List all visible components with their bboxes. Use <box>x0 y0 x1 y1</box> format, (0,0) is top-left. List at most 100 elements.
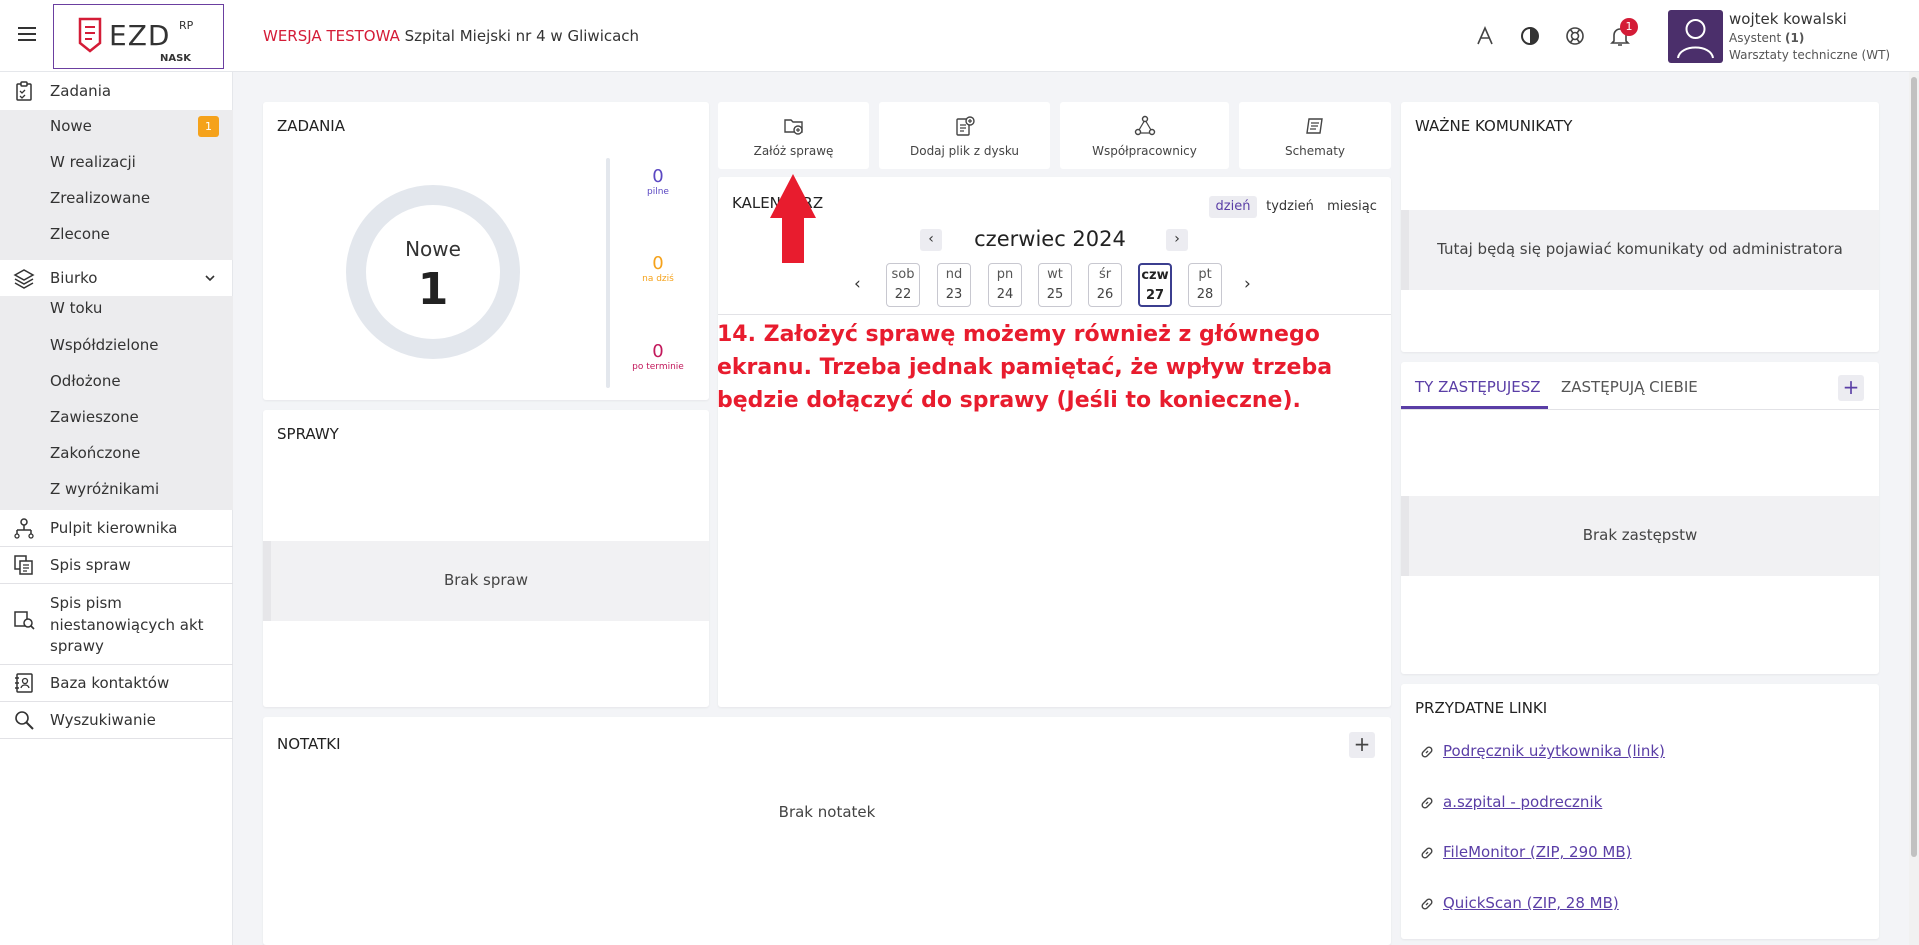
link-filemonitor-text[interactable]: FileMonitor (ZIP, 290 MB) <box>1443 843 1632 861</box>
link-chain-icon <box>1421 898 1433 910</box>
calendar-day-28[interactable]: pt 28 <box>1188 263 1222 307</box>
calendar-month-label: czerwiec 2024 <box>974 227 1126 251</box>
scrollbar-thumb[interactable] <box>1911 77 1917 857</box>
stat-pilne[interactable]: 0 pilne <box>618 166 698 197</box>
next-month-button[interactable]: › <box>1166 229 1188 251</box>
stats-divider <box>606 158 610 388</box>
sidebar-item-zakonczone[interactable]: Zakończone <box>50 444 140 462</box>
sidebar-item-z-wyroznikami[interactable]: Z wyróżnikami <box>50 480 159 498</box>
environment-label: WERSJA TESTOWA Szpital Miejski nr 4 w Gl… <box>263 27 639 45</box>
next-week-chevron-icon[interactable]: › <box>1244 274 1251 294</box>
day-name: nd <box>945 267 963 282</box>
add-substitution-plus-icon[interactable]: + <box>1838 375 1864 401</box>
layers-desk-icon <box>13 269 35 289</box>
ezd-logo-mark: EZD RP NASK <box>78 17 194 64</box>
user-department: Warsztaty techniczne (WT) <box>1729 48 1891 62</box>
calendar-day-22[interactable]: sob 22 <box>886 263 920 307</box>
tabs-divider <box>1401 409 1879 410</box>
hamburger-menu-icon[interactable] <box>18 27 36 41</box>
komunikaty-empty-text: Tutaj będą się pojawiać komunikaty od ad… <box>1437 240 1843 258</box>
sidebar-item-baza-kontaktow[interactable]: Baza kontaktów <box>0 665 233 701</box>
add-note-plus-icon[interactable]: + <box>1349 732 1375 758</box>
sidebar-label-zadania: Zadania <box>50 82 112 100</box>
donut-value: 1 <box>417 264 449 315</box>
svg-text:RP: RP <box>179 19 194 32</box>
sidebar-item-biurko[interactable]: Biurko <box>0 260 233 296</box>
wspolpracownicy-button[interactable]: Współpracownicy <box>1060 102 1229 169</box>
link-a-szpital-text[interactable]: a.szpital - podrecznik <box>1443 793 1602 811</box>
sidebar-item-spis-pism[interactable]: Spis pism niestanowiących akt sprawy <box>0 584 233 658</box>
top-bar: EZD RP NASK WERSJA TESTOWA Szpital Miejs… <box>0 0 1919 72</box>
sidebar-item-pulpit-kierownika[interactable]: Pulpit kierownika <box>0 510 233 546</box>
font-size-icon[interactable] <box>1473 24 1497 48</box>
tab-ty-zastepujesz[interactable]: TY ZASTĘPUJESZ <box>1415 378 1541 396</box>
sidebar-label-biurko: Biurko <box>50 269 98 287</box>
prev-month-button[interactable]: ‹ <box>920 229 942 251</box>
sidebar-item-w-realizacji[interactable]: W realizacji <box>50 153 136 171</box>
view-dzien-button[interactable]: dzień <box>1209 196 1257 218</box>
page-scrollbar[interactable] <box>1909 72 1919 945</box>
sidebar-item-w-toku[interactable]: W toku <box>50 299 102 317</box>
stat-na-dzis-label: na dziś <box>642 274 674 284</box>
ezd-logo[interactable]: EZD RP NASK <box>53 4 224 69</box>
dodaj-plik-label: Dodaj plik z dysku <box>909 144 1020 158</box>
user-avatar-icon <box>1677 19 1714 59</box>
sidebar-item-zadania[interactable]: Zadania <box>0 79 233 109</box>
search-icon <box>15 711 34 730</box>
calendar-day-25[interactable]: wt 25 <box>1038 263 1072 307</box>
avatar[interactable] <box>1668 10 1723 63</box>
notatki-card-title: NOTATKI <box>277 735 341 753</box>
view-miesiac-button[interactable]: miesiąc <box>1321 196 1383 218</box>
stat-na-dzis[interactable]: 0 na dziś <box>618 253 698 284</box>
notatki-card: NOTATKI + Brak notatek <box>263 717 1391 945</box>
documents-list-icon <box>14 555 33 575</box>
link-chain-icon <box>1421 797 1433 809</box>
prev-week-chevron-icon[interactable]: ‹ <box>854 274 861 294</box>
tab-zastepuja-ciebie[interactable]: ZASTĘPUJĄ CIEBIE <box>1561 378 1698 396</box>
test-version-label: WERSJA TESTOWA <box>263 27 400 45</box>
manager-hierarchy-icon <box>14 518 34 539</box>
link-filemonitor[interactable]: FileMonitor (ZIP, 290 MB) <box>1419 843 1632 861</box>
link-chain-icon <box>1421 746 1433 758</box>
zaloz-sprawe-button[interactable]: Załóż sprawę <box>718 102 869 169</box>
sidebar-item-wyszukiwanie[interactable]: Wyszukiwanie <box>0 702 233 738</box>
calendar-day-23[interactable]: nd 23 <box>937 263 971 307</box>
sidebar-item-zawieszone[interactable]: Zawieszone <box>50 408 139 426</box>
sidebar-item-wspoldzielone[interactable]: Współdzielone <box>50 336 158 354</box>
schematy-button[interactable]: Schematy <box>1239 102 1391 169</box>
sprawy-card-title: SPRAWY <box>277 425 339 443</box>
link-podrecznik-text[interactable]: Podręcznik użytkownika (link) <box>1443 742 1665 760</box>
sidebar-label-pulpit: Pulpit kierownika <box>50 519 178 537</box>
sidebar-item-nowe[interactable]: Nowe <box>50 117 92 135</box>
contrast-icon[interactable] <box>1518 24 1542 48</box>
calendar-card: KALENDARZ dzień tydzień miesiąc ‹ czerwi… <box>718 177 1391 707</box>
sidebar-label-wyszukiwanie: Wyszukiwanie <box>50 711 156 729</box>
calendar-day-27-selected[interactable]: czw 27 <box>1138 263 1172 307</box>
sidebar-item-spis-spraw[interactable]: Spis spraw <box>0 547 233 583</box>
link-quickscan[interactable]: QuickScan (ZIP, 28 MB) <box>1419 894 1619 912</box>
link-a-szpital[interactable]: a.szpital - podrecznik <box>1419 793 1602 811</box>
zadania-card: ZADANIA Nowe 1 0 pilne 0 na dziś 0 po te… <box>263 102 709 400</box>
clipboard-tasks-icon <box>16 81 32 101</box>
dodaj-plik-button[interactable]: Dodaj plik z dysku <box>879 102 1050 169</box>
user-name[interactable]: wojtek kowalski <box>1729 10 1847 28</box>
day-name: pt <box>1198 267 1212 282</box>
sidebar-label-spis-pism: Spis pism niestanowiących akt sprawy <box>50 593 204 658</box>
sidebar-item-zrealizowane[interactable]: Zrealizowane <box>50 189 150 207</box>
calendar-day-26[interactable]: śr 26 <box>1088 263 1122 307</box>
link-podrecznik[interactable]: Podręcznik użytkownika (link) <box>1419 742 1665 760</box>
view-tydzien-button[interactable]: tydzień <box>1264 196 1316 218</box>
sidebar-divider <box>0 738 233 739</box>
svg-text:NASK: NASK <box>160 53 192 64</box>
stat-po-terminie[interactable]: 0 po terminie <box>618 341 698 372</box>
link-quickscan-text[interactable]: QuickScan (ZIP, 28 MB) <box>1443 894 1619 912</box>
sidebar-item-zlecone[interactable]: Zlecone <box>50 225 110 243</box>
sprawy-card: SPRAWY Brak spraw <box>263 410 709 707</box>
zastepstwa-card: TY ZASTĘPUJESZ ZASTĘPUJĄ CIEBIE + Brak z… <box>1401 362 1879 674</box>
file-upload-icon <box>955 116 975 136</box>
chevron-down-icon[interactable] <box>204 273 216 283</box>
calendar-day-24[interactable]: pn 24 <box>988 263 1022 307</box>
hospital-name: Szpital Miejski nr 4 w Gliwicach <box>404 27 640 45</box>
help-lifebuoy-icon[interactable] <box>1563 24 1587 48</box>
sidebar-item-odlozone[interactable]: Odłożone <box>50 372 121 390</box>
